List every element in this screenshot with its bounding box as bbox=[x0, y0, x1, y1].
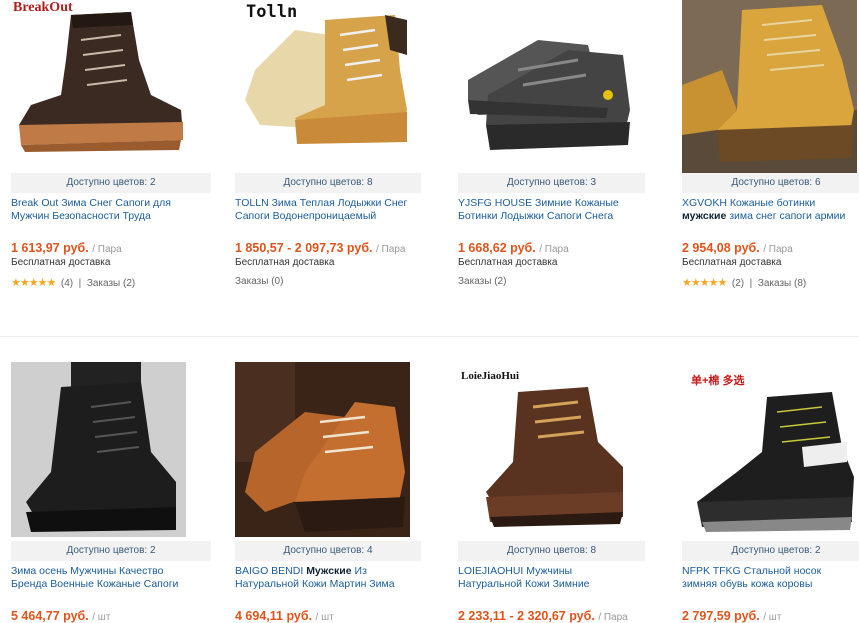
rating-row: Заказы (0) bbox=[235, 276, 283, 287]
available-colors: Доступно цветов: 8 bbox=[235, 173, 421, 193]
product-image[interactable] bbox=[458, 0, 633, 175]
price-unit: / Пара bbox=[92, 244, 122, 255]
available-colors: Доступно цветов: 2 bbox=[682, 541, 859, 561]
review-count[interactable]: (2) bbox=[732, 278, 744, 289]
rating-row: Заказы (2) bbox=[458, 276, 506, 287]
rating-stars-icon: ★★★★★ bbox=[11, 277, 56, 289]
available-colors: Доступно цветов: 6 bbox=[682, 173, 859, 193]
product-price: 1 668,62 руб. / Пара bbox=[458, 241, 569, 255]
product-image[interactable] bbox=[682, 362, 857, 537]
available-colors: Доступно цветов: 3 bbox=[458, 173, 645, 193]
product-title[interactable]: TOLLN Зима Теплая Лодыжки Снег Сапоги Во… bbox=[235, 197, 411, 223]
title-text: XGVOKH Кожаные ботинки bbox=[682, 197, 816, 209]
product-price: 2 954,08 руб. / Пара bbox=[682, 241, 793, 255]
free-shipping: Бесплатная доставка bbox=[682, 257, 782, 268]
price-unit: / шт bbox=[763, 612, 782, 623]
price-value: 2 233,11 - 2 320,67 руб. bbox=[458, 609, 595, 623]
product-image[interactable] bbox=[458, 362, 633, 537]
free-shipping: Бесплатная доставка bbox=[235, 257, 335, 268]
product-grid: BreakOut Доступно цветов: 2 Break Out Зи… bbox=[0, 0, 859, 623]
price-value: 1 850,57 - 2 097,73 руб. bbox=[235, 241, 373, 255]
available-colors: Доступно цветов: 8 bbox=[458, 541, 645, 561]
product-price: 2 233,11 - 2 320,67 руб. / Пара bbox=[458, 609, 628, 623]
orders-count[interactable]: Заказы (8) bbox=[758, 278, 806, 289]
price-unit: / Пара bbox=[763, 244, 793, 255]
price-unit: / шт bbox=[92, 612, 111, 623]
product-title[interactable]: Зима осень Мужчины Качество Бренда Военн… bbox=[11, 565, 187, 591]
product-image[interactable] bbox=[11, 362, 186, 537]
product-title[interactable]: LOIEJIAOHUI Мужчины Натуральной Кожи Зим… bbox=[458, 565, 634, 591]
orders-count[interactable]: Заказы (0) bbox=[235, 276, 283, 287]
product-title[interactable]: BAIGO BENDI Мужские Из Натуральной Кожи … bbox=[235, 565, 411, 591]
product-price: 4 694,11 руб. / шт bbox=[235, 609, 334, 623]
product-price: 1 613,97 руб. / Пара bbox=[11, 241, 122, 255]
product-title[interactable]: Break Out Зима Снег Сапоги для Мужчин Бе… bbox=[11, 197, 187, 223]
rating-row: ★★★★★ (2) | Заказы (8) bbox=[682, 277, 807, 289]
product-title[interactable]: YJSFG HOUSE Зимние Кожаные Ботинки Лодыж… bbox=[458, 197, 634, 223]
title-highlight: Мужские bbox=[306, 565, 352, 577]
orders-count[interactable]: Заказы (2) bbox=[87, 278, 135, 289]
price-unit: / Пара bbox=[598, 612, 628, 623]
product-title[interactable]: NFPK TFKG Стальной носок зимняя обувь ко… bbox=[682, 565, 858, 591]
product-price: 1 850,57 - 2 097,73 руб. / Пара bbox=[235, 241, 405, 255]
brand-logo: 单+棉 多选 bbox=[691, 375, 745, 387]
product-price: 5 464,77 руб. / шт bbox=[11, 609, 110, 623]
brand-logo: LoieJiaoHui bbox=[461, 370, 520, 382]
brand-logo: BreakOut bbox=[13, 0, 73, 15]
price-unit: / Пара bbox=[376, 244, 406, 255]
product-title[interactable]: XGVOKH Кожаные ботинки мужские зима снег… bbox=[682, 197, 858, 223]
available-colors: Доступно цветов: 2 bbox=[11, 541, 211, 561]
price-value: 4 694,11 руб. bbox=[235, 609, 313, 623]
price-unit: / шт bbox=[315, 612, 334, 623]
title-highlight: мужские bbox=[682, 210, 727, 222]
product-image[interactable] bbox=[235, 0, 410, 175]
product-price: 2 797,59 руб. / шт bbox=[682, 609, 781, 623]
free-shipping: Бесплатная доставка bbox=[458, 257, 558, 268]
product-image[interactable] bbox=[11, 0, 186, 175]
price-unit: / Пара bbox=[539, 244, 569, 255]
brand-logo: Tolln bbox=[246, 2, 298, 22]
rating-stars-icon: ★★★★★ bbox=[682, 277, 727, 289]
price-value: 5 464,77 руб. bbox=[11, 609, 89, 623]
available-colors: Доступно цветов: 2 bbox=[11, 173, 211, 193]
available-colors: Доступно цветов: 4 bbox=[235, 541, 421, 561]
price-value: 1 613,97 руб. bbox=[11, 241, 89, 255]
rating-row: ★★★★★ (4) | Заказы (2) bbox=[11, 277, 136, 289]
price-value: 2 954,08 руб. bbox=[682, 241, 760, 255]
row-divider bbox=[0, 336, 859, 337]
title-text: BAIGO BENDI bbox=[235, 565, 307, 577]
orders-count[interactable]: Заказы (2) bbox=[458, 276, 506, 287]
price-value: 1 668,62 руб. bbox=[458, 241, 536, 255]
product-image[interactable] bbox=[682, 0, 857, 175]
review-count[interactable]: (4) bbox=[61, 278, 73, 289]
product-image[interactable] bbox=[235, 362, 410, 537]
title-text: зима снег сапоги армии bbox=[726, 210, 846, 222]
free-shipping: Бесплатная доставка bbox=[11, 257, 111, 268]
price-value: 2 797,59 руб. bbox=[682, 609, 760, 623]
